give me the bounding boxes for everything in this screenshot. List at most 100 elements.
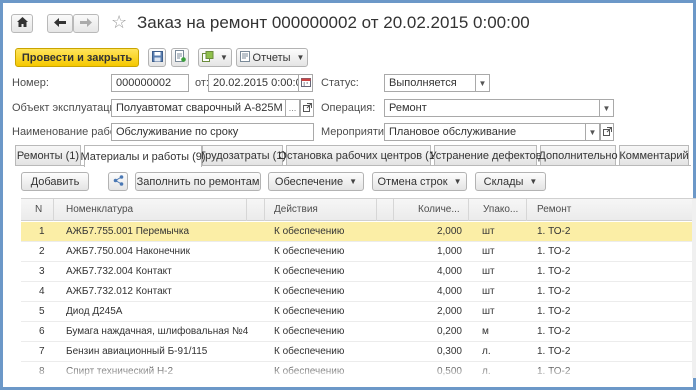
table-row[interactable]: 1 АЖБ7.755.001 Перемычка К обеспечению 2,00… [21, 222, 696, 242]
column-header-quantity[interactable]: Количе... [418, 204, 460, 215]
create-based-on-button[interactable]: ▼ [198, 48, 232, 67]
cell-quantity: 2,000 [436, 306, 462, 317]
command-bar: Провести и закрыть ▼ Отчеты ▼ [15, 48, 695, 68]
chevron-down-icon: ▼ [453, 177, 462, 186]
table-row[interactable]: 5 Диод Д245А К обеспечению 2,000 шт 1. ТО-2 [21, 302, 696, 322]
table-row[interactable]: 2 АЖБ7.750.004 Наконечник К обеспечению 1,0… [21, 242, 696, 262]
cell-repair: 1. ТО-2 [537, 266, 571, 277]
cell-repair: 1. ТО-2 [537, 326, 571, 337]
cell-n: 5 [39, 306, 45, 317]
add-button[interactable]: Добавить [21, 172, 89, 191]
column-header-repair[interactable]: Ремонт [537, 204, 571, 215]
cell-pack: шт [482, 306, 495, 317]
event-dropdown-button[interactable]: ▼ [586, 123, 600, 141]
table-row[interactable]: 3 АЖБ7.732.004 Контакт К обеспечению 4,000 ш… [21, 262, 696, 282]
materials-table[interactable]: N Номенклатура Действия Количе... Упако.… [21, 198, 696, 378]
fill-by-repairs-button[interactable]: Заполнить по ремонтам [135, 172, 261, 191]
cell-repair: 1. ТО-2 [537, 246, 571, 257]
cell-nomenclature: АЖБ7.732.004 Контакт [66, 266, 172, 277]
tab-label: Трудозатраты (1) [198, 150, 287, 162]
cell-quantity: 0,200 [436, 326, 462, 337]
status-select[interactable]: Выполняется [384, 74, 476, 92]
calendar-icon [300, 77, 311, 89]
vertical-scrollbar[interactable] [692, 199, 696, 378]
event-label: Мероприятие: [321, 126, 394, 138]
cell-n: 2 [39, 246, 45, 257]
table-row[interactable]: 4 АЖБ7.732.012 Контакт К обеспечению 4,000 ш… [21, 282, 696, 302]
table-command-bar: Добавить Заполнить по ремонтам Обеспечен… [21, 172, 691, 192]
cell-repair: 1. ТО-2 [537, 286, 571, 297]
document-window: ☆ Заказ на ремонт 000000002 от 20.02.201… [0, 0, 696, 390]
column-divider [376, 199, 377, 221]
reports-icon [239, 50, 250, 65]
operation-select[interactable]: Ремонт [384, 99, 600, 117]
home-button[interactable] [11, 14, 33, 33]
date-field[interactable]: 20.02.2015 0:00:00 [208, 74, 299, 92]
tab-repairs[interactable]: Ремонты (1) [15, 145, 81, 166]
reports-button[interactable]: Отчеты ▼ [236, 48, 308, 67]
calendar-button[interactable] [299, 74, 313, 92]
post-button[interactable] [171, 48, 189, 67]
cancel-rows-button[interactable]: Отмена строк ▼ [372, 172, 467, 191]
share-button[interactable] [108, 172, 128, 191]
work-name-field[interactable]: Обслуживание по сроку [111, 123, 314, 141]
title-bar: ☆ Заказ на ремонт 000000002 от 20.02.201… [11, 11, 691, 35]
column-divider [468, 199, 469, 221]
event-select[interactable]: Плановое обслуживание [384, 123, 586, 141]
tab-comment[interactable]: Комментарий [619, 145, 689, 166]
event-open-button[interactable] [600, 123, 614, 141]
cell-quantity: 0,300 [436, 346, 462, 357]
column-header-actions[interactable]: Действия [274, 204, 318, 215]
share-icon [113, 174, 124, 189]
column-header-n[interactable]: N [35, 204, 42, 215]
chevron-down-icon: ▼ [588, 127, 597, 137]
status-dropdown-button[interactable]: ▼ [476, 74, 490, 92]
star-icon[interactable]: ☆ [111, 12, 127, 32]
object-open-button[interactable] [300, 99, 314, 117]
cell-pack: шт [482, 266, 495, 277]
back-button[interactable] [47, 14, 73, 33]
table-row[interactable]: 6 Бумага наждачная, шлифовальная №4 К обес… [21, 322, 696, 342]
tab-additional[interactable]: Дополнительно [538, 145, 618, 166]
warehouses-button[interactable]: Склады ▼ [475, 172, 546, 191]
tab-labor-costs[interactable]: Трудозатраты (1) [198, 145, 287, 166]
object-label: Объект эксплуатации: [12, 102, 125, 114]
operation-label: Операция: [321, 102, 376, 114]
table-row[interactable]: 7 Бензин авиационный Б-91/115 К обеспечени… [21, 342, 696, 362]
tab-materials-and-works[interactable]: Материалы и работы (9) [81, 145, 206, 167]
object-field[interactable]: Полуавтомат сварочный А-825М Инв. I [111, 99, 286, 117]
post-and-close-button[interactable]: Провести и закрыть [15, 48, 139, 67]
tab-label: Ремонты (1) [16, 150, 80, 162]
table-header: N Номенклатура Действия Количе... Упако.… [21, 199, 696, 221]
chevron-down-icon: ▼ [220, 53, 228, 62]
floppy-disk-icon [151, 50, 163, 65]
operation-dropdown-button[interactable]: ▼ [600, 99, 614, 117]
column-header-nomenclature[interactable]: Номенклатура [66, 204, 133, 215]
cell-pack: шт [482, 286, 495, 297]
cell-nomenclature: АЖБ7.732.012 Контакт [66, 286, 172, 297]
cell-quantity: 4,000 [436, 266, 462, 277]
tab-defects[interactable]: Устранение дефектов [429, 145, 542, 166]
cell-pack: м [482, 326, 489, 337]
number-field[interactable]: 000000002 [111, 74, 189, 92]
column-header-pack[interactable]: Упако... [483, 204, 518, 215]
save-button[interactable] [148, 48, 166, 67]
provision-button[interactable]: Обеспечение ▼ [268, 172, 364, 191]
cell-action: К обеспечению [274, 226, 345, 237]
cell-action: К обеспечению [274, 286, 345, 297]
cell-nomenclature: Бумага наждачная, шлифовальная №4 [66, 326, 249, 337]
warehouses-label: Склады [483, 175, 524, 188]
object-select-button[interactable]: … [286, 99, 300, 117]
work-name-label: Наименование работ: [12, 126, 124, 138]
status-label: Статус: [321, 77, 359, 89]
cell-action: К обеспечению [274, 326, 345, 337]
column-divider [53, 199, 54, 221]
tab-work-center-stops[interactable]: Остановка рабочих центров (1) [278, 145, 439, 166]
forward-button[interactable] [73, 14, 99, 33]
open-link-icon [302, 102, 312, 114]
cell-action: К обеспечению [274, 246, 345, 257]
cell-n: 6 [39, 326, 45, 337]
provision-label: Обеспечение [274, 175, 344, 188]
chevron-down-icon: ▼ [478, 78, 487, 88]
chevron-down-icon: ▼ [296, 53, 305, 62]
